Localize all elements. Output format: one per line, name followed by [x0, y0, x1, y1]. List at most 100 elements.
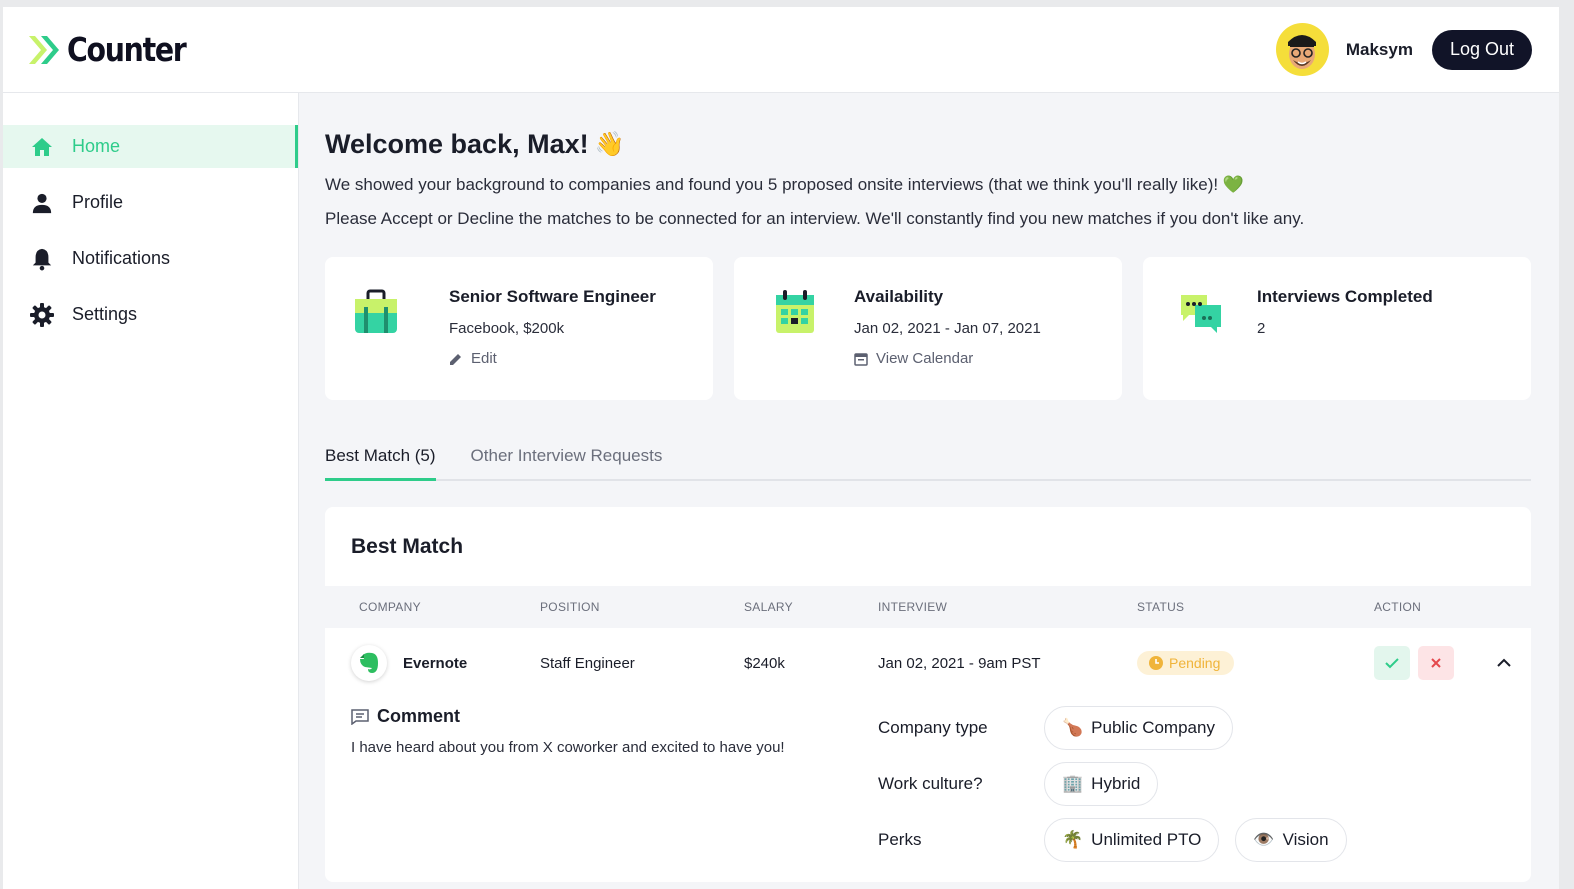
- eye-icon: 👁️: [1253, 830, 1275, 849]
- clock-icon: [1149, 656, 1163, 670]
- evernote-logo-icon: [351, 645, 387, 681]
- column-header-position: POSITION: [540, 600, 600, 614]
- status-cell: Pending: [1137, 651, 1374, 675]
- tab-best-match[interactable]: Best Match (5): [325, 441, 436, 481]
- chevron-up-icon[interactable]: [1496, 655, 1512, 672]
- home-icon: [29, 134, 55, 160]
- table-row: Evernote Staff Engineer $240k Jan 02, 20…: [325, 628, 1531, 698]
- chat-bubbles-icon: [1181, 295, 1221, 333]
- building-icon: 🏢: [1062, 774, 1084, 793]
- availability-card: Availability Jan 02, 2021 - Jan 07, 2021…: [734, 257, 1122, 400]
- instructions-text: Please Accept or Decline the matches to …: [325, 209, 1305, 228]
- comment-section: Comment I have heard about you from X co…: [351, 706, 878, 862]
- page-title: Welcome back, Max! 👋: [325, 129, 1531, 160]
- company-name: Evernote: [403, 654, 468, 672]
- view-calendar-link[interactable]: View Calendar: [854, 350, 1041, 367]
- position-details: Facebook, $200k: [449, 320, 565, 337]
- chip-label: Public Company: [1091, 718, 1215, 737]
- chip-label: Hybrid: [1091, 774, 1141, 793]
- availability-title: Availability: [854, 287, 944, 306]
- interviews-count: 2: [1257, 320, 1266, 337]
- main-content: Welcome back, Max! 👋 We showed your back…: [325, 93, 1531, 889]
- position-card: Senior Software Engineer Facebook, $200k…: [325, 257, 713, 400]
- attribute-label: Company type: [878, 718, 988, 737]
- panel-title: Best Match: [351, 535, 464, 558]
- status-badge: Pending: [1137, 651, 1235, 675]
- logo-text: Counter: [67, 30, 187, 69]
- sidebar-item-home[interactable]: Home: [3, 125, 298, 168]
- intro-text: We showed your background to companies a…: [325, 175, 1531, 195]
- edit-link-label: Edit: [471, 350, 497, 367]
- decline-button[interactable]: [1418, 646, 1454, 680]
- availability-dates: Jan 02, 2021 - Jan 07, 2021: [854, 320, 1041, 337]
- accept-button[interactable]: [1374, 646, 1410, 680]
- view-calendar-label: View Calendar: [876, 350, 974, 367]
- sidebar-item-settings[interactable]: Settings: [3, 293, 298, 336]
- row-details: Comment I have heard about you from X co…: [325, 698, 1531, 882]
- comment-title: Comment: [377, 706, 461, 726]
- calendar-small-icon: [854, 352, 868, 366]
- summary-cards: Senior Software Engineer Facebook, $200k…: [325, 257, 1531, 400]
- interview-cell: Jan 02, 2021 - 9am PST: [878, 654, 1041, 672]
- chip-label: Unlimited PTO: [1091, 830, 1202, 849]
- company-cell: Evernote: [325, 645, 540, 681]
- avatar[interactable]: [1275, 23, 1329, 76]
- interviews-title: Interviews Completed: [1257, 287, 1433, 306]
- column-header-salary: SALARY: [744, 600, 793, 614]
- comment-text: I have heard about you from X coworker a…: [351, 739, 785, 756]
- position-cell: Staff Engineer: [540, 654, 635, 672]
- comment-icon: [351, 708, 369, 725]
- edit-link[interactable]: Edit: [449, 350, 656, 367]
- sidebar-item-label: Home: [72, 136, 121, 156]
- logout-button[interactable]: Log Out: [1431, 29, 1532, 70]
- chip-unlimited-pto: 🌴 Unlimited PTO: [1044, 818, 1220, 862]
- chip-public-company: 🍗 Public Company: [1044, 706, 1233, 750]
- company-attributes: Company type 🍗 Public Company Work cultu…: [878, 706, 1363, 862]
- check-icon: [1385, 658, 1399, 669]
- wave-icon: 👋: [594, 131, 625, 158]
- logo[interactable]: Counter: [27, 30, 205, 69]
- person-icon: [29, 190, 55, 216]
- sidebar-item-label: Notifications: [72, 248, 171, 268]
- avatar-face-icon: [1288, 34, 1317, 69]
- close-icon: [1431, 658, 1441, 668]
- user-area: Maksym Log Out: [1275, 23, 1532, 76]
- action-cell: [1374, 646, 1524, 680]
- briefcase-icon: [355, 289, 397, 333]
- status-text: Pending: [1169, 655, 1221, 671]
- table-header: COMPANY POSITION SALARY INTERVIEW STATUS…: [325, 586, 1531, 628]
- sidebar-item-label: Settings: [72, 304, 138, 324]
- intro-line: We showed your background to companies a…: [325, 175, 1219, 194]
- attribute-label: Perks: [878, 830, 922, 849]
- best-match-panel: Best Match COMPANY POSITION SALARY INTER…: [325, 507, 1531, 882]
- sidebar: Home Profile Notifications Settings: [3, 93, 299, 889]
- logo-chevrons-icon: [29, 35, 59, 64]
- match-tabs: Best Match (5) Other Interview Requests: [325, 441, 1531, 481]
- username: Maksym: [1345, 39, 1413, 59]
- pencil-icon: [450, 353, 461, 365]
- sidebar-item-notifications[interactable]: Notifications: [3, 237, 298, 280]
- column-header-company: COMPANY: [359, 600, 421, 614]
- app-window: Counter Maksym Log Out Home Profile Noti…: [3, 7, 1559, 889]
- gear-icon: [29, 302, 55, 328]
- green-heart-icon: 💚: [1222, 175, 1244, 194]
- chip-label: Vision: [1282, 830, 1329, 849]
- bell-icon: [29, 246, 55, 272]
- welcome-text: Welcome back, Max!: [325, 129, 589, 159]
- interviews-card: Interviews Completed 2: [1143, 257, 1531, 400]
- calendar-icon: [776, 290, 814, 333]
- chip-vision: 👁️ Vision: [1235, 818, 1347, 862]
- palm-tree-icon: 🌴: [1062, 830, 1084, 849]
- tab-other-requests[interactable]: Other Interview Requests: [471, 441, 663, 479]
- drumstick-icon: 🍗: [1062, 718, 1084, 737]
- attribute-perks: Perks 🌴 Unlimited PTO 👁️ Vision: [878, 818, 1363, 862]
- column-header-interview: INTERVIEW: [878, 600, 948, 614]
- chip-hybrid: 🏢 Hybrid: [1044, 762, 1159, 806]
- column-header-action: ACTION: [1374, 600, 1422, 614]
- sidebar-item-profile[interactable]: Profile: [3, 181, 298, 224]
- comment-heading: Comment: [351, 706, 878, 727]
- sidebar-item-label: Profile: [72, 192, 124, 212]
- position-title: Senior Software Engineer: [449, 287, 656, 306]
- attribute-work-culture: Work culture? 🏢 Hybrid: [878, 762, 1363, 806]
- salary-cell: $240k: [744, 654, 785, 672]
